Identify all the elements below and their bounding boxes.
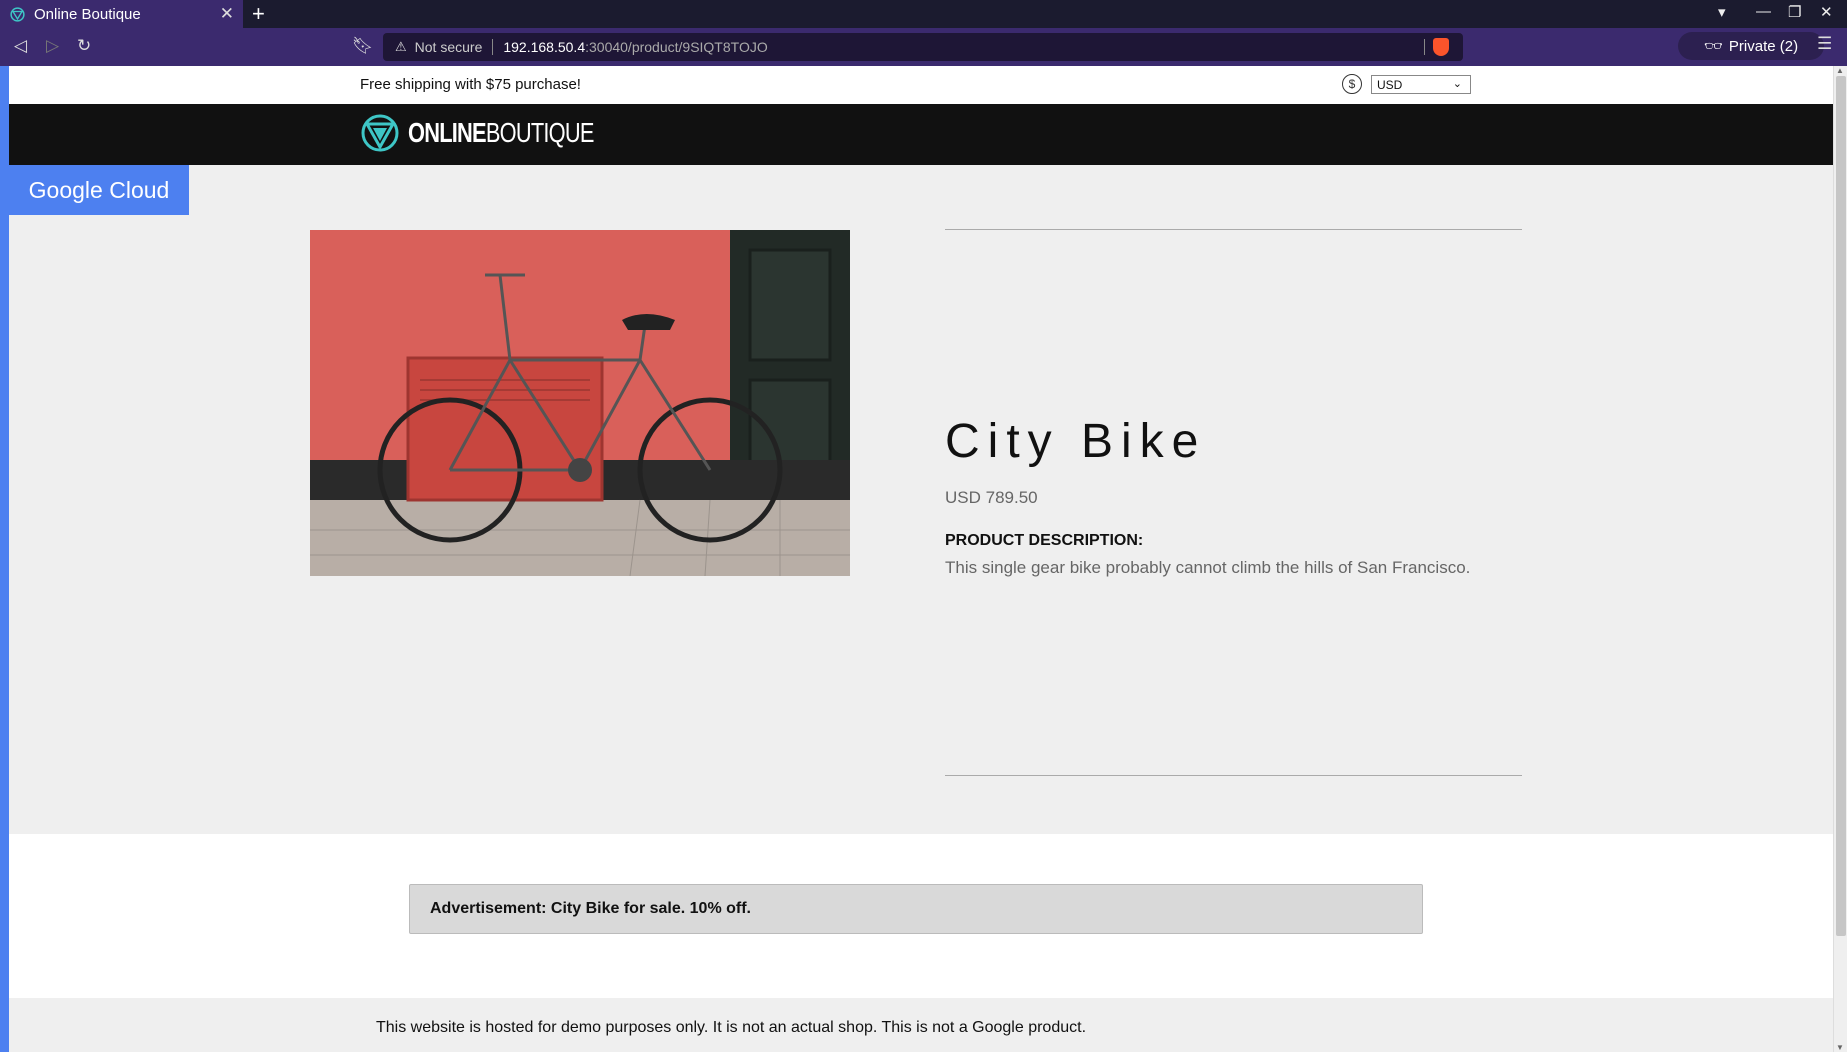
tab-title: Online Boutique <box>34 5 141 23</box>
back-icon[interactable]: ◁ <box>14 36 27 56</box>
browser-tab[interactable]: Online Boutique ✕ <box>0 0 243 28</box>
product-image <box>310 230 850 576</box>
boutique-logo-icon <box>361 114 399 152</box>
site-logo[interactable]: ONLINEBOUTIQUE <box>360 113 646 153</box>
left-accent-bar <box>0 66 9 1052</box>
google-cloud-banner: Google Cloud <box>9 165 189 215</box>
bookmark-icon[interactable]: 🔖︎ <box>352 36 374 56</box>
product-price: USD 789.50 <box>945 488 1038 507</box>
close-window-icon[interactable]: ✕ <box>1820 3 1833 21</box>
boutique-favicon-icon <box>10 6 25 22</box>
advertisement-banner[interactable]: Advertisement: City Bike for sale. 10% o… <box>409 884 1423 934</box>
url-divider <box>1424 39 1425 55</box>
description-heading: PRODUCT DESCRIPTION: <box>945 532 1144 549</box>
product-details: City Bike USD 789.50 PRODUCT DESCRIPTION… <box>945 229 1522 776</box>
tab-search-icon[interactable]: ▾ <box>1718 3 1726 21</box>
city-bike-photo <box>310 230 850 576</box>
forward-icon[interactable]: ▷ <box>46 36 59 56</box>
new-tab-icon[interactable]: + <box>252 1 265 27</box>
url-separator <box>492 39 494 55</box>
security-status: Not secure <box>414 39 483 55</box>
currency-select[interactable]: USD ⌄ <box>1371 75 1471 94</box>
address-bar[interactable]: ⚠ Not secure 192.168.50.4 :30040/product… <box>383 33 1463 61</box>
brand-name-light: BOUTIQUE <box>485 117 595 148</box>
private-window-button[interactable]: 👓︎ Private (2) <box>1678 32 1824 60</box>
maximize-icon[interactable]: ❐ <box>1788 3 1801 21</box>
shipping-notice: Free shipping with $75 purchase! <box>360 76 581 93</box>
warning-icon: ⚠ <box>395 39 407 54</box>
url-path: :30040/product/9SIQT8TOJO <box>585 39 768 55</box>
footer-disclaimer: This website is hosted for demo purposes… <box>376 1019 1087 1036</box>
tab-close-icon[interactable]: ✕ <box>220 4 234 24</box>
scroll-thumb[interactable] <box>1836 76 1846 936</box>
brand-name-bold: ONLINEBOUTIQUE <box>408 117 595 148</box>
scroll-up-icon[interactable]: ▲ <box>1836 66 1844 75</box>
site-footer: This website is hosted for demo purposes… <box>9 998 1833 1052</box>
private-glasses-icon: 👓︎ <box>1703 38 1723 55</box>
brave-shield-icon[interactable] <box>1433 38 1449 56</box>
browser-tab-bar: Online Boutique ✕ + ▾ — ❐ ✕ <box>0 0 1847 28</box>
chevron-down-icon: ⌄ <box>1452 78 1462 90</box>
scroll-down-icon[interactable]: ▼ <box>1836 1043 1844 1052</box>
ad-section: Advertisement: City Bike for sale. 10% o… <box>9 834 1833 998</box>
private-label: Private (2) <box>1728 37 1799 55</box>
browser-toolbar: ◁ ▷ ↻ 🔖︎ ⚠ Not secure 192.168.50.4 :3004… <box>0 28 1847 66</box>
minimize-icon[interactable]: — <box>1756 3 1771 20</box>
browser-menu-icon[interactable]: ☰ <box>1817 34 1832 54</box>
top-info-bar: Free shipping with $75 purchase! $ USD ⌄ <box>9 66 1833 104</box>
page-viewport: Free shipping with $75 purchase! $ USD ⌄… <box>0 66 1847 1052</box>
url-host: 192.168.50.4 <box>503 39 586 55</box>
currency-value: USD <box>1377 77 1403 92</box>
reload-icon[interactable]: ↻ <box>77 36 91 56</box>
currency-icon: $ <box>1342 74 1362 94</box>
ad-text: Advertisement: City Bike for sale. 10% o… <box>430 900 751 917</box>
page-scrollbar[interactable]: ▲ ▼ <box>1833 66 1847 1052</box>
site-header: ONLINEBOUTIQUE <box>9 104 1833 165</box>
product-title: City Bike <box>945 415 1207 468</box>
product-description: This single gear bike probably cannot cl… <box>945 558 1471 577</box>
